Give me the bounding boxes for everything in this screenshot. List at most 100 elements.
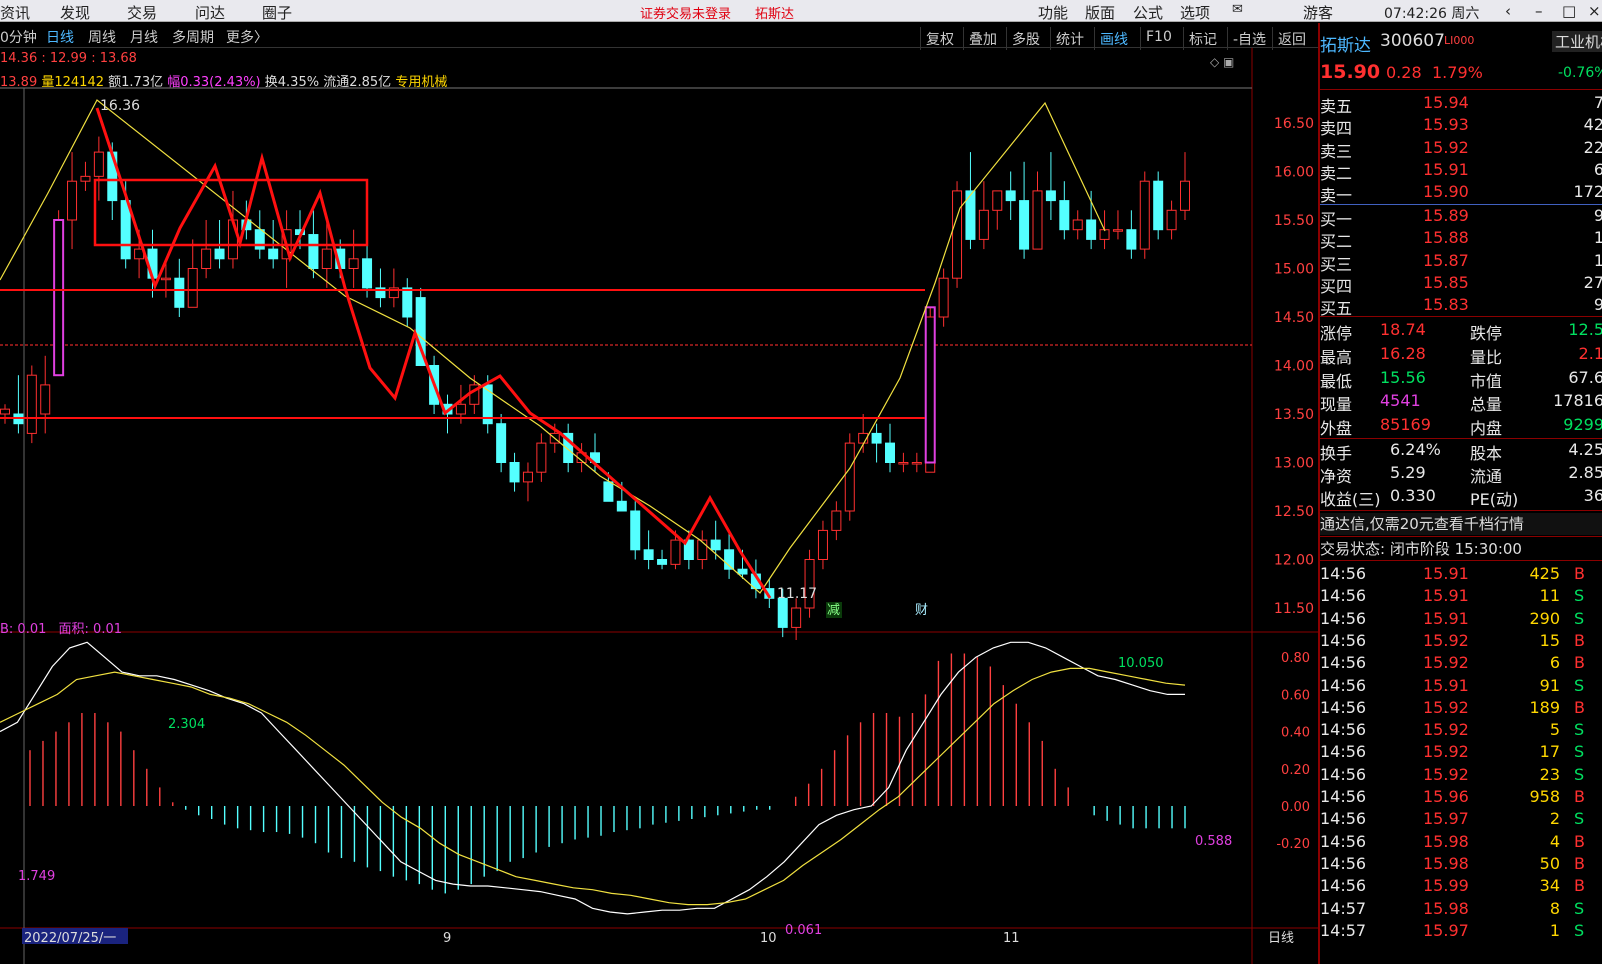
- stock-code: 300607: [1380, 31, 1445, 51]
- tick-row[interactable]: 14:57 15.98 8 S: [1320, 899, 1602, 921]
- login-alert[interactable]: 证券交易未登录: [640, 3, 731, 22]
- tick-row[interactable]: 14:57 15.97 1 S: [1320, 921, 1602, 943]
- kline-chart[interactable]: 16.50 16.00 15.50 15.00 14.50 14.00 13.50 13.00…: [0, 48, 1318, 964]
- sector-change: -0.76%: [1558, 65, 1602, 81]
- stat-row-2[interactable]: 换手 6.24% 股本 4.25: [1320, 440, 1602, 463]
- stat-row[interactable]: 最高 16.28 量比 2.1: [1320, 344, 1602, 367]
- tick-row[interactable]: 14:56 15.99 34 B: [1320, 876, 1602, 898]
- btn-diejia[interactable]: 叠加: [963, 27, 1002, 50]
- period-minute[interactable]: 0分钟: [0, 27, 37, 47]
- menu-item-quanzi[interactable]: 圈子: [262, 2, 292, 23]
- stat-row-2[interactable]: 净资 5.29 流通 2.85: [1320, 463, 1602, 486]
- price-change: 0.28: [1386, 63, 1422, 82]
- ask-row[interactable]: 卖三 15.92 22: [1320, 138, 1602, 161]
- tick-row[interactable]: 14:56 15.91 91 S: [1320, 676, 1602, 698]
- candle-body: [362, 258, 373, 289]
- tick-row[interactable]: 14:56 15.91 290 S: [1320, 609, 1602, 631]
- bid-row[interactable]: 买二 15.88 1: [1320, 228, 1602, 251]
- bid-row[interactable]: 买三 15.87 1: [1320, 251, 1602, 274]
- period-month[interactable]: 月线: [130, 27, 158, 47]
- period-multi[interactable]: 多周期: [172, 27, 214, 47]
- btn-biaoji[interactable]: 标记: [1183, 27, 1222, 50]
- tick-row[interactable]: 14:56 15.97 2 S: [1320, 809, 1602, 831]
- btn-fuquan[interactable]: 复权: [920, 27, 959, 50]
- tick-row[interactable]: 14:56 15.92 23 S: [1320, 765, 1602, 787]
- btn-huaxian[interactable]: 画线: [1094, 27, 1133, 50]
- menu-item-xuanxiang[interactable]: 选项: [1180, 2, 1210, 23]
- stat-row-2[interactable]: 收益(三) 0.330 PE(动) 36: [1320, 486, 1602, 509]
- menu-item-faxian[interactable]: 发现: [60, 2, 90, 23]
- ask-row[interactable]: 卖四 15.93 42: [1320, 115, 1602, 138]
- quote-panel: 拓斯达 300607 LI000 工业机械 15.90 0.28 1.79% -…: [1318, 23, 1602, 964]
- event-mark-cai[interactable]: 财: [915, 603, 928, 618]
- trend-line: [0, 99, 1106, 594]
- stat-row[interactable]: 最低 15.56 市值 67.6: [1320, 368, 1602, 391]
- candle-body: [885, 442, 895, 464]
- guest-label[interactable]: 游客: [1303, 2, 1333, 23]
- candle-body: [952, 190, 963, 279]
- menu-item-gongshi[interactable]: 公式: [1133, 2, 1163, 23]
- menu-item-jiaoyi[interactable]: 交易: [127, 2, 157, 23]
- price-axis-label: 12.50: [1274, 504, 1314, 520]
- bid-row[interactable]: 买一 15.89 9: [1320, 206, 1602, 229]
- macd-axis-label: -0.20: [1276, 837, 1310, 852]
- tick-row[interactable]: 14:56 15.98 4 B: [1320, 832, 1602, 854]
- close-icon[interactable]: ×: [1588, 2, 1601, 20]
- sector-name[interactable]: 工业机械: [1552, 31, 1602, 52]
- candle-body: [657, 559, 668, 565]
- stat-row[interactable]: 涨停 18.74 跌停 12.5: [1320, 320, 1602, 343]
- tick-row[interactable]: 14:56 15.92 189 B: [1320, 698, 1602, 720]
- btn-tongji[interactable]: 统计: [1050, 27, 1089, 50]
- tick-row[interactable]: 14:56 15.92 17 S: [1320, 742, 1602, 764]
- menu-item-wenda[interactable]: 问达: [195, 2, 225, 23]
- btn-f10[interactable]: F10: [1140, 27, 1177, 50]
- macd-b-label: B: 0.01 面积: 0.01: [0, 622, 122, 637]
- candle-body: [1032, 190, 1043, 250]
- tick-row[interactable]: 14:56 15.96 958 B: [1320, 787, 1602, 809]
- candle-body: [308, 234, 319, 270]
- event-mark-jian[interactable]: 减: [827, 603, 840, 618]
- tick-row[interactable]: 14:56 15.92 6 B: [1320, 653, 1602, 675]
- period-day[interactable]: 日线: [46, 27, 74, 47]
- btn-fanhui[interactable]: 返回: [1272, 27, 1311, 50]
- menu-item-zixun[interactable]: 资讯: [0, 2, 30, 23]
- mail-icon[interactable]: ✉: [1232, 2, 1243, 17]
- candle-body: [40, 384, 51, 415]
- minimize-icon[interactable]: –: [1535, 2, 1543, 20]
- menu-item-banmian[interactable]: 版面: [1085, 2, 1115, 23]
- maximize-icon[interactable]: □: [1562, 2, 1576, 20]
- candle-body: [1166, 209, 1177, 231]
- ask-row[interactable]: 卖五 15.94 7: [1320, 93, 1602, 116]
- candle-body: [509, 462, 520, 483]
- tick-row[interactable]: 14:56 15.92 15 B: [1320, 631, 1602, 653]
- back-icon[interactable]: ‹: [1505, 2, 1511, 20]
- btn-zixuan[interactable]: -自选: [1227, 27, 1271, 50]
- tick-row[interactable]: 14:56 15.92 5 S: [1320, 720, 1602, 742]
- candle-body: [93, 151, 104, 177]
- tick-row[interactable]: 14:56 15.91 425 B: [1320, 564, 1602, 586]
- candle-body: [777, 597, 788, 628]
- price-axis-label: 13.00: [1274, 456, 1314, 472]
- candle-body: [1180, 180, 1190, 211]
- period-week[interactable]: 周线: [88, 27, 116, 47]
- price-axis-label: 14.00: [1274, 359, 1314, 375]
- candle-body: [1126, 229, 1137, 250]
- bid-row[interactable]: 买五 15.83 9: [1320, 295, 1602, 318]
- promo-banner[interactable]: 通达信,仅需20元查看千档行情: [1320, 513, 1524, 534]
- ask-row[interactable]: 卖二 15.91 6: [1320, 160, 1602, 183]
- tick-row[interactable]: 14:56 15.91 11 S: [1320, 586, 1602, 608]
- bid-row[interactable]: 买四 15.85 27: [1320, 273, 1602, 296]
- period-more[interactable]: 更多〉: [226, 27, 268, 47]
- candle-body: [925, 316, 936, 473]
- candle-body: [1153, 180, 1164, 231]
- period-indicator[interactable]: 日线: [1268, 931, 1294, 946]
- ask-row[interactable]: 卖一 15.90 172: [1320, 182, 1602, 205]
- candle-body: [1072, 219, 1083, 231]
- btn-duogu[interactable]: 多股: [1006, 27, 1045, 50]
- stat-row[interactable]: 外盘 85169 内盘 9299: [1320, 415, 1602, 438]
- menu-item-gongneng[interactable]: 功能: [1038, 2, 1068, 23]
- candle-body: [992, 190, 1003, 211]
- tick-row[interactable]: 14:56 15.98 50 B: [1320, 854, 1602, 876]
- stat-row[interactable]: 现量 4541 总量 17816: [1320, 391, 1602, 414]
- candle-body: [844, 442, 855, 512]
